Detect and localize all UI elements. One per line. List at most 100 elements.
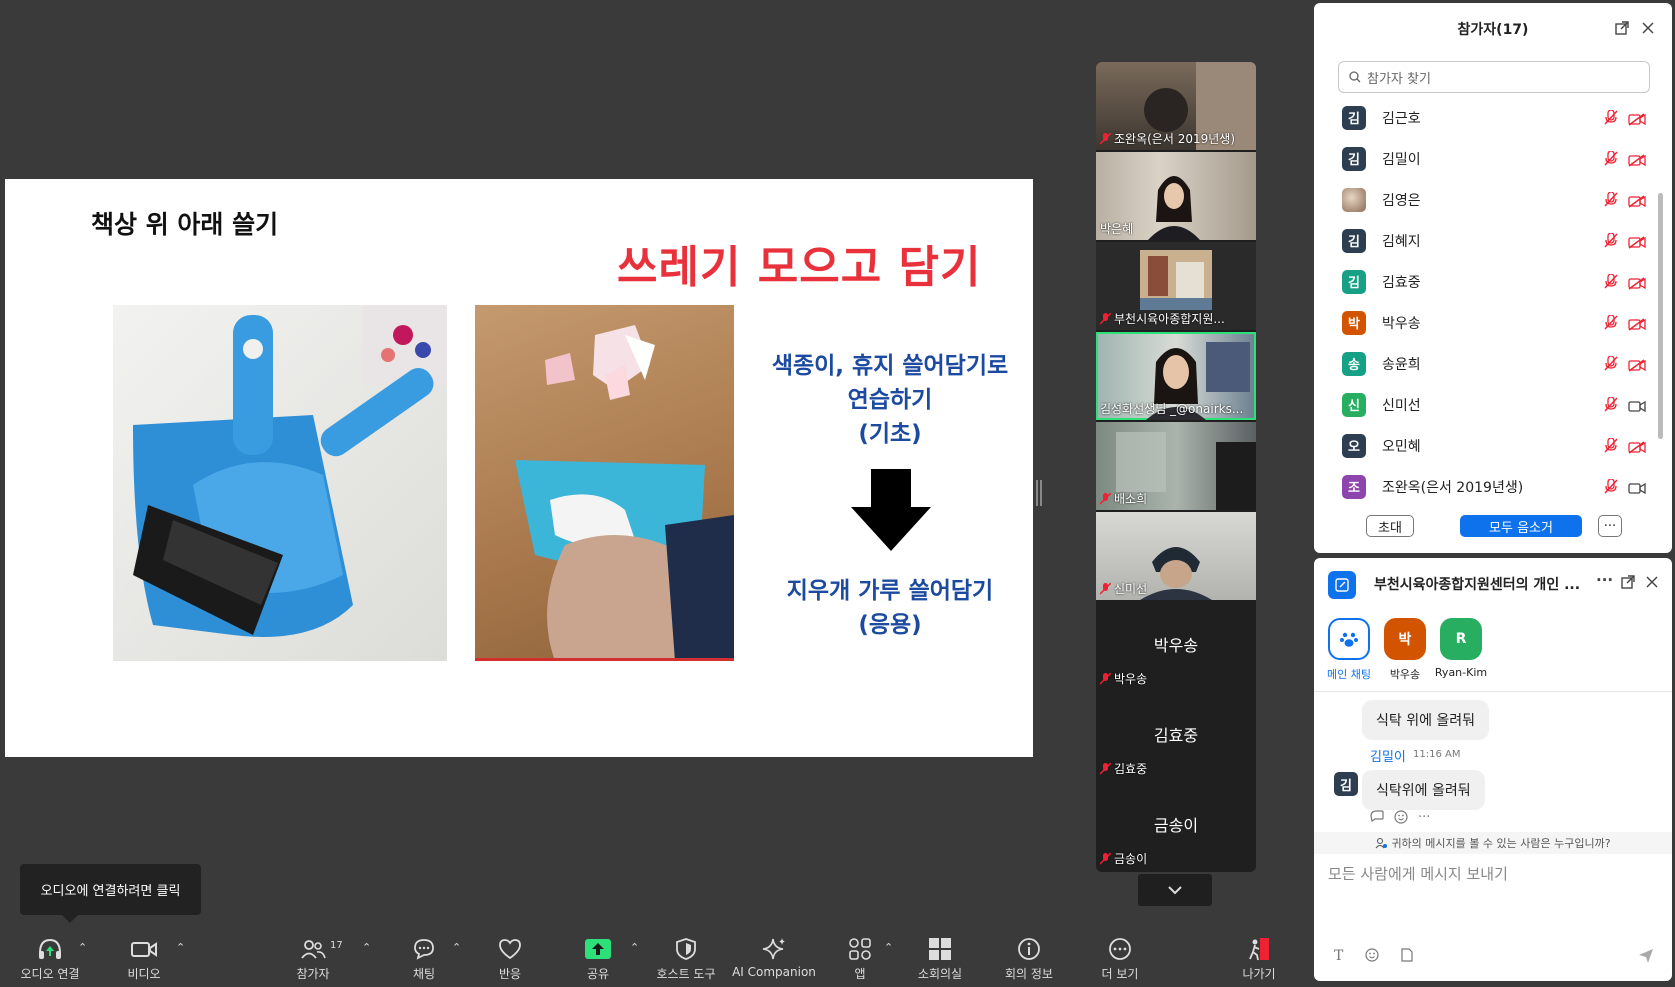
camera-off-icon[interactable]: [1628, 357, 1646, 376]
participants-button[interactable]: 참가자: [280, 925, 346, 987]
emoji-reaction-icon[interactable]: [1394, 810, 1408, 828]
video-tile[interactable]: 박우송 박우송: [1096, 602, 1256, 690]
chat-message-input[interactable]: 모든 사람에게 메시지 보내기: [1328, 863, 1648, 884]
breakout-rooms-button-label: 소회의실: [917, 967, 963, 981]
participant-row[interactable]: 김 김밀이: [1314, 138, 1672, 179]
pop-out-icon[interactable]: [1614, 21, 1630, 37]
video-tile[interactable]: 김효중 김효중: [1096, 692, 1256, 780]
mic-muted-icon[interactable]: [1604, 478, 1618, 498]
mic-muted-icon[interactable]: [1604, 191, 1618, 211]
apps-options-caret-icon[interactable]: ⌃: [884, 941, 893, 954]
chat-icon: [412, 937, 436, 961]
message-visibility-note[interactable]: 귀하의 메시지를 볼 수 있는 사람은 누구입니까?: [1314, 832, 1672, 854]
participant-row[interactable]: 김 김근호: [1314, 97, 1672, 138]
chevron-down-icon: [1168, 886, 1182, 895]
audio-button[interactable]: 오디오 연결: [14, 925, 86, 987]
video-tile-name: 배소희: [1100, 490, 1147, 507]
leave-button[interactable]: 나가기: [1234, 925, 1284, 987]
video-tile[interactable]: 박은혜: [1096, 152, 1256, 240]
text-format-icon[interactable]: T: [1334, 948, 1343, 966]
mic-muted-icon: [1100, 671, 1112, 685]
more-options-button[interactable]: ···: [1598, 515, 1622, 537]
video-camera-icon: [131, 937, 157, 961]
apps-button[interactable]: 앱: [838, 925, 882, 987]
mic-muted-icon[interactable]: [1604, 437, 1618, 457]
chat-message-bubble[interactable]: 식탁 위에 올려둬: [1362, 700, 1490, 740]
slide-title: 책상 위 아래 쓸기: [91, 210, 279, 239]
video-tile-name: 금송이: [1100, 850, 1147, 867]
host-tools-button[interactable]: 호스트 도구: [648, 925, 724, 987]
recipient-label: Ryan-Kim: [1434, 666, 1488, 679]
video-tile[interactable]: 배소희: [1096, 422, 1256, 510]
participant-name: 신미선: [1382, 397, 1421, 414]
reactions-button[interactable]: 반응: [488, 925, 532, 987]
participant-row[interactable]: 김 김혜지: [1314, 220, 1672, 261]
camera-off-icon[interactable]: [1628, 234, 1646, 253]
video-tile[interactable]: 조완옥(은서 2019년생): [1096, 62, 1256, 150]
mic-muted-icon[interactable]: [1604, 355, 1618, 375]
ai-companion-button[interactable]: AI Companion: [732, 925, 816, 987]
pop-out-icon[interactable]: [1620, 575, 1636, 591]
participant-list-scrollbar[interactable]: [1658, 193, 1663, 439]
leave-door-icon: [1248, 937, 1270, 961]
camera-off-icon[interactable]: [1628, 152, 1646, 171]
shared-screen-slide: 책상 위 아래 쓸기 쓰레기 모으고 담기 색종이, 휴지 쓸어담기로 연습하기…: [5, 179, 1033, 757]
camera-off-icon[interactable]: [1628, 193, 1646, 212]
invite-button[interactable]: 초대: [1366, 515, 1414, 537]
more-icon[interactable]: ···: [1596, 572, 1613, 588]
recipient-ryan-kim[interactable]: R Ryan-Kim: [1426, 618, 1496, 679]
mic-muted-icon: [1100, 311, 1112, 325]
participant-row[interactable]: 조 조완옥(은서 2019년생): [1314, 466, 1672, 499]
mic-muted-icon[interactable]: [1604, 273, 1618, 293]
participant-row[interactable]: 박 박우송: [1314, 302, 1672, 343]
camera-off-icon[interactable]: [1628, 316, 1646, 335]
mic-muted-icon[interactable]: [1604, 150, 1618, 170]
mic-muted-icon[interactable]: [1604, 232, 1618, 252]
participant-row[interactable]: 신 신미선: [1314, 384, 1672, 425]
close-icon[interactable]: [1640, 21, 1656, 37]
close-icon[interactable]: [1644, 575, 1660, 591]
breakout-rooms-button[interactable]: 소회의실: [910, 925, 970, 987]
video-tile[interactable]: 신미선: [1096, 512, 1256, 600]
camera-off-icon[interactable]: [1628, 275, 1646, 294]
camera-off-icon[interactable]: [1628, 439, 1646, 458]
participant-row[interactable]: 오 오민혜: [1314, 425, 1672, 466]
participant-row[interactable]: 김 김효중: [1314, 261, 1672, 302]
chat-input-tools: T: [1334, 948, 1413, 966]
video-button[interactable]: 비디오: [112, 925, 176, 987]
camera-off-icon[interactable]: [1628, 111, 1646, 130]
camera-icon[interactable]: [1628, 398, 1646, 417]
share-options-caret-icon[interactable]: ⌃: [630, 941, 639, 954]
more-icon[interactable]: ···: [1418, 810, 1430, 828]
video-tile-active-speaker[interactable]: 김성화선생님 _@onairks...: [1096, 332, 1256, 420]
send-icon[interactable]: [1638, 948, 1654, 968]
participant-row[interactable]: 김영은: [1314, 179, 1672, 220]
reply-icon[interactable]: [1370, 810, 1384, 828]
panel-resize-handle[interactable]: [1036, 480, 1042, 506]
camera-icon[interactable]: [1628, 480, 1646, 499]
chat-edit-icon: [1328, 571, 1356, 599]
video-options-caret-icon[interactable]: ⌃: [176, 941, 185, 954]
chat-options-caret-icon[interactable]: ⌃: [452, 941, 461, 954]
video-strip-scroll-down-button[interactable]: [1138, 874, 1212, 906]
mic-muted-icon[interactable]: [1604, 314, 1618, 334]
chat-button[interactable]: 채팅: [404, 925, 444, 987]
video-tile[interactable]: 부천시육아종합지원...: [1096, 242, 1256, 330]
participant-avatar: 김: [1342, 269, 1366, 294]
more-button[interactable]: 더 보기: [1094, 925, 1146, 987]
mic-muted-icon[interactable]: [1604, 396, 1618, 416]
chat-message-bubble[interactable]: 식탁위에 올려둬: [1362, 770, 1485, 810]
participant-search-input[interactable]: 참가자 찾기: [1338, 61, 1650, 93]
emoji-icon[interactable]: [1365, 948, 1379, 966]
participant-name: 김밀이: [1382, 151, 1421, 168]
file-icon[interactable]: [1401, 948, 1413, 966]
mic-muted-icon[interactable]: [1604, 109, 1618, 129]
slide-text-basic-line3: (기초): [858, 421, 922, 447]
video-tile[interactable]: 금송이 금송이: [1096, 782, 1256, 870]
audio-options-caret-icon[interactable]: ⌃: [78, 941, 87, 954]
share-button[interactable]: 공유: [576, 925, 620, 987]
mute-all-button[interactable]: 모두 음소거: [1460, 515, 1582, 537]
participants-options-caret-icon[interactable]: ⌃: [362, 941, 371, 954]
meeting-info-button[interactable]: 회의 정보: [1000, 925, 1058, 987]
participant-row[interactable]: 송 송윤희: [1314, 343, 1672, 384]
